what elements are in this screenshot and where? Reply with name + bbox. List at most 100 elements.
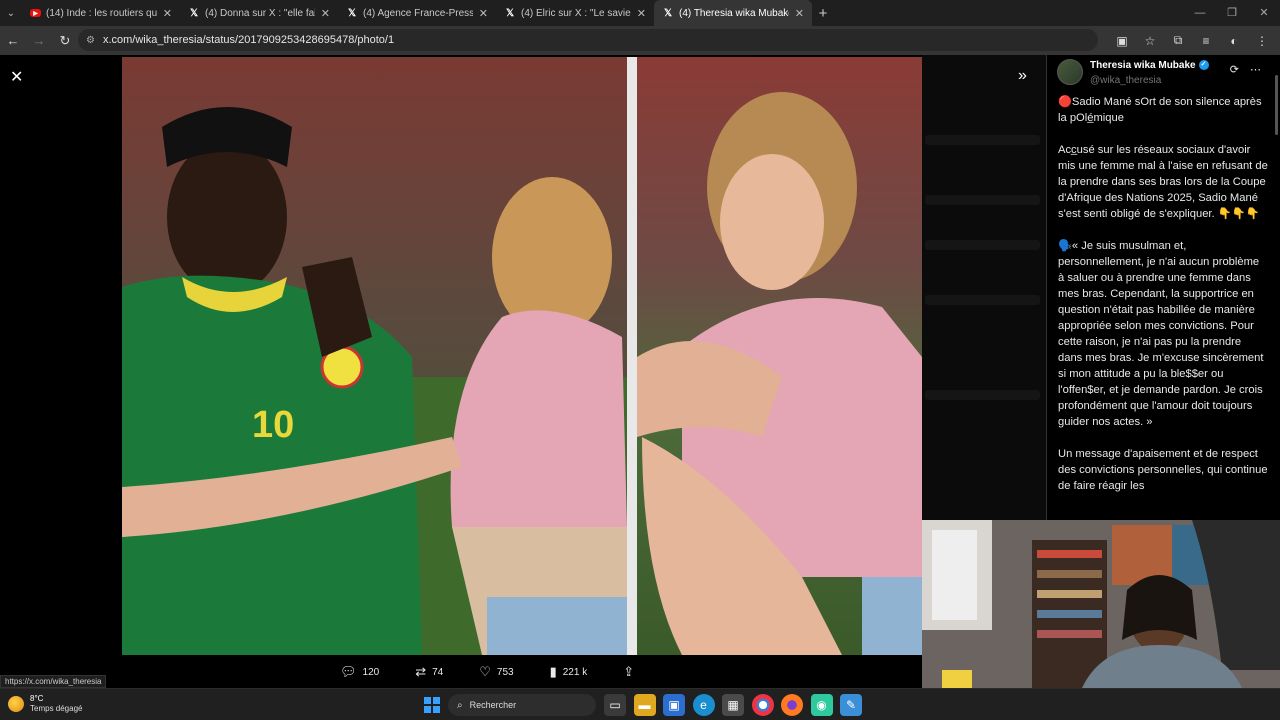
- repost-icon: ⇄: [415, 664, 427, 679]
- link-hover-status: https://x.com/wika_theresia: [0, 675, 107, 688]
- chrome-icon[interactable]: [751, 694, 774, 716]
- tab-close-icon[interactable]: ✕: [637, 7, 646, 20]
- tab-title: (14) Inde : les routiers qui trans: [46, 7, 157, 19]
- windows-start-icon[interactable]: [424, 697, 440, 713]
- moon-weather-icon: [8, 696, 24, 712]
- media-icon[interactable]: ≡: [1192, 34, 1220, 48]
- tab-close-icon[interactable]: ✕: [163, 7, 172, 20]
- search-placeholder: Rechercher: [469, 700, 517, 710]
- task-view-icon[interactable]: ▭: [604, 694, 626, 716]
- firefox-icon[interactable]: [781, 694, 803, 716]
- url-bar[interactable]: ⚙ x.com/wika_theresia/status/20179092534…: [78, 29, 1098, 51]
- scrollbar[interactable]: [1275, 75, 1278, 135]
- webcam-illustration: [922, 520, 1280, 688]
- browser-tab[interactable]: 𝕏 (4) Elric sur X : "Le saviez vous? ✕: [496, 0, 654, 26]
- weather-condition: Temps dégagé: [30, 704, 83, 713]
- window-controls: — ❐ ✕: [1184, 0, 1280, 26]
- blurred-row: [925, 390, 1040, 400]
- author-handle[interactable]: @wika_theresia: [1090, 75, 1161, 86]
- tweet-photo[interactable]: 10: [122, 57, 922, 655]
- tab-title: (4) Donna sur X : "elle fait expri: [205, 7, 315, 19]
- repost-button[interactable]: ⇄ 74: [415, 664, 443, 680]
- reply-button[interactable]: 💬︎ 120: [340, 664, 379, 680]
- photo-viewer: ✕ » 10 💬︎ 120 ⇄ 74 ♡ 753 ▮ 221 k ⇪: [0, 55, 1046, 687]
- blurred-row: [925, 135, 1040, 145]
- restore-icon[interactable]: ❐: [1216, 0, 1248, 26]
- bookmark-star-icon[interactable]: ☆: [1136, 34, 1164, 48]
- tweet-author: Theresia wika Mubake ✓ @wika_theresia ⟳ ⋯: [1057, 59, 1277, 87]
- tab-search-chevron-icon[interactable]: ⌄: [0, 2, 22, 24]
- tab-title: (4) Theresia wika Mubake sur X: [679, 7, 789, 19]
- search-icon: ⌕: [457, 699, 463, 711]
- browser-tab[interactable]: ▶ (14) Inde : les routiers qui trans ✕: [22, 0, 180, 26]
- edge-browser-icon[interactable]: e: [692, 694, 715, 716]
- x-icon: 𝕏: [663, 7, 673, 19]
- close-icon[interactable]: ✕: [10, 67, 23, 87]
- youtube-icon: ▶: [30, 9, 41, 17]
- reload-icon[interactable]: ↻: [52, 33, 78, 49]
- browser-tab[interactable]: 𝕏 (4) Agence France-Presse sur X ✕: [338, 0, 496, 26]
- extensions-icon[interactable]: ⧉: [1164, 33, 1192, 48]
- collapse-panel-chevrons-icon[interactable]: »: [1018, 67, 1027, 85]
- x-icon: 𝕏: [189, 7, 199, 19]
- tweet-detail-panel: Theresia wika Mubake ✓ @wika_theresia ⟳ ⋯…: [1046, 55, 1280, 520]
- tweet-action-bar: 💬︎ 120 ⇄ 74 ♡ 753 ▮ 221 k ⇪: [340, 662, 720, 682]
- blurred-row: [925, 195, 1040, 205]
- tab-close-icon[interactable]: ✕: [321, 7, 330, 20]
- cast-icon[interactable]: ▣: [1108, 34, 1136, 48]
- menu-kebab-icon[interactable]: ⋮: [1248, 34, 1276, 48]
- temperature: 8°C: [30, 694, 44, 703]
- blurred-row: [925, 295, 1040, 305]
- more-options-icon[interactable]: ⋯: [1250, 64, 1261, 76]
- back-arrow-icon[interactable]: ←: [0, 33, 26, 48]
- tweet-text: 🔴Sadio Mané sOrt de son silence après la…: [1058, 94, 1268, 510]
- app-icon[interactable]: ✎: [840, 694, 862, 716]
- streamer-webcam-overlay: [922, 520, 1280, 688]
- browser-tab-active[interactable]: 𝕏 (4) Theresia wika Mubake sur X ✕: [654, 0, 812, 26]
- tab-close-icon[interactable]: ✕: [795, 7, 804, 20]
- like-button[interactable]: ♡ 753: [479, 664, 513, 680]
- new-tab-plus-icon[interactable]: +: [812, 5, 834, 22]
- close-window-icon[interactable]: ✕: [1248, 0, 1280, 26]
- file-explorer-icon[interactable]: ▬: [633, 694, 656, 716]
- heart-icon: ♡: [479, 664, 491, 679]
- tweet-paragraph: Un message d'apaisement et de respect de…: [1058, 448, 1268, 492]
- verified-badge-icon: ✓: [1198, 60, 1209, 71]
- avatar[interactable]: [1057, 59, 1083, 85]
- analytics-bars-icon: ▮: [549, 664, 557, 679]
- windows-taskbar: 8°C Temps dégagé ⌕ Rechercher ▭ ▬ ▣ e ▦ …: [0, 688, 1280, 720]
- url-text: x.com/wika_theresia/status/2017909253428…: [102, 34, 395, 46]
- tweet-paragraph: 🔴Sadio Mané sOrt de son silence après la…: [1058, 96, 1262, 124]
- store-icon[interactable]: ▣: [663, 694, 685, 716]
- views-button[interactable]: ▮ 221 k: [550, 664, 588, 680]
- tab-strip: ⌄ ▶ (14) Inde : les routiers qui trans ✕…: [0, 0, 1280, 26]
- x-icon: 𝕏: [347, 7, 357, 19]
- taskbar-search[interactable]: ⌕ Rechercher: [448, 694, 596, 716]
- view-count: 221 k: [562, 666, 588, 678]
- address-toolbar: ← → ↻ ⚙ x.com/wika_theresia/status/20179…: [0, 26, 1280, 55]
- microsoft-store-icon[interactable]: ▦: [722, 694, 744, 716]
- reply-count: 120: [362, 666, 380, 678]
- svg-text:10: 10: [252, 404, 294, 446]
- tweet-paragraph: 🗣️« Je suis musulman et, personnellement…: [1058, 240, 1264, 428]
- photo-illustration: 10: [122, 57, 922, 655]
- profile-avatar-icon[interactable]: ◐: [1220, 34, 1248, 48]
- browser-tab[interactable]: 𝕏 (4) Donna sur X : "elle fait expri ✕: [180, 0, 338, 26]
- minimize-icon[interactable]: —: [1184, 0, 1216, 26]
- tab-close-icon[interactable]: ✕: [479, 7, 488, 20]
- reply-bubble-icon: 💬︎: [340, 664, 357, 679]
- forward-arrow-icon[interactable]: →: [26, 33, 52, 48]
- app-icon[interactable]: ◉: [810, 694, 833, 716]
- share-upload-icon: ⇪: [623, 664, 635, 679]
- share-button[interactable]: ⇪: [623, 664, 640, 680]
- tab-title: (4) Elric sur X : "Le saviez vous?: [521, 7, 631, 19]
- author-name[interactable]: Theresia wika Mubake ✓: [1090, 60, 1209, 71]
- grok-icon[interactable]: ⟳: [1230, 64, 1239, 76]
- weather-widget[interactable]: 8°C Temps dégagé: [8, 694, 82, 714]
- repost-count: 74: [432, 666, 444, 678]
- site-info-icon[interactable]: ⚙: [86, 35, 95, 46]
- x-icon: 𝕏: [505, 7, 515, 19]
- like-count: 753: [496, 666, 514, 678]
- tweet-paragraph: Acc̲usé sur les réseaux sociaux d'avoir …: [1058, 144, 1268, 220]
- blurred-row: [925, 240, 1040, 250]
